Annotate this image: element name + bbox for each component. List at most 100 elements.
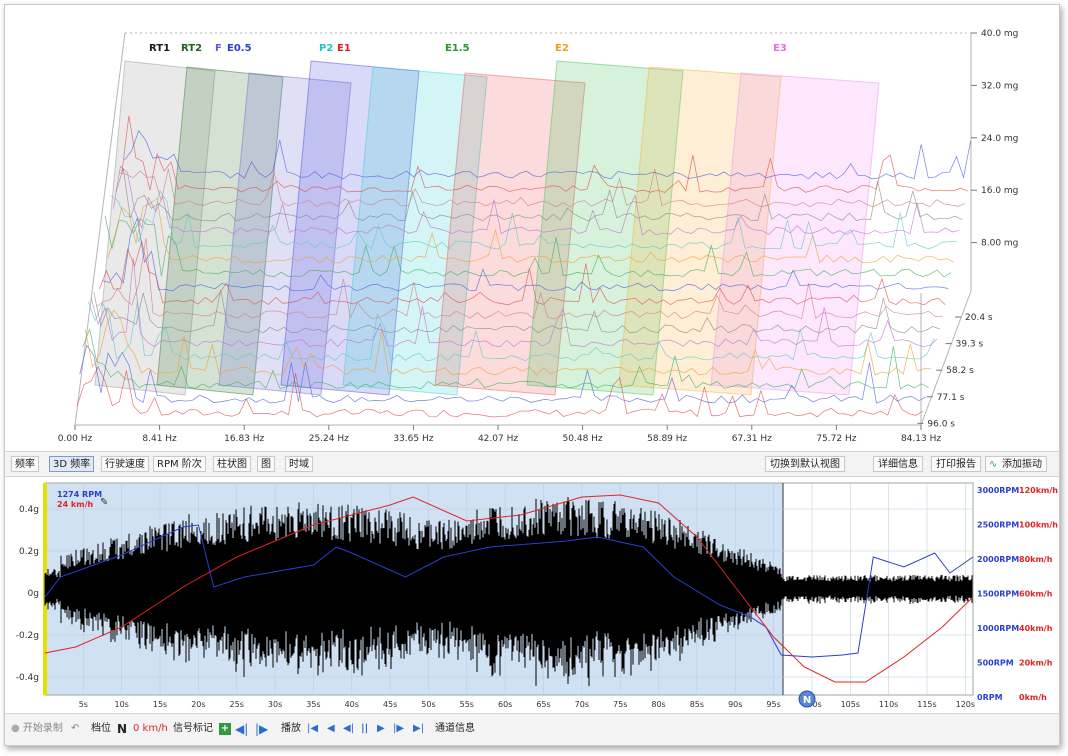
tab-vehicle-speed[interactable]: 行驶速度 [101,456,149,472]
z-tick-label: 8.00 mg [981,239,1018,249]
rpm-tick-label: 2000RPM [977,555,1019,564]
add-vibration-label: 添加振动 [1002,459,1042,470]
speed-tick-label: 0km/h [1019,693,1047,702]
add-mark-icon[interactable]: + [219,723,231,735]
x-tick-label: 42.07 Hz [478,434,518,444]
waveform-plot[interactable]: 0.4g 0.2g 0g -0.2g -0.4g 5s 10s 15s 20s 25s 30s 35… [5,477,1059,713]
rpm-tick-label: 2500RPM [977,521,1019,530]
spectrum-3d-plot[interactable]: RT1 RT2 F E0.5 P2 E1 E1.5 E2 E3 0.00 Hz 8.41 Hz 16… [5,5,1059,451]
speed-value: 0 km/h [133,723,168,734]
t-tick-label: 77.1 s [937,393,965,403]
acceleration-axis: 0.4g 0.2g 0g -0.2g -0.4g [16,505,39,683]
skip-end-icon[interactable]: ▶| [413,722,424,736]
x-tick-label: 33.65 Hz [393,434,433,444]
record-icon: ● [11,723,20,734]
y-tick-label: 0.4g [19,505,39,515]
skip-start-icon[interactable]: |◀ [307,722,318,736]
tab-chart[interactable]: 图 [257,456,275,472]
frequency-axis: 0.00 Hz 8.41 Hz 16.83 Hz 25.24 Hz 33.65 Hz 42… [58,425,941,444]
neutral-marker[interactable]: N [798,690,816,708]
order-label: E1 [337,43,351,54]
order-sheet [710,72,880,396]
speed-tick-label: 40km/h [1019,624,1053,633]
channel-info-label[interactable]: 通道信息 [435,722,475,736]
print-report-button[interactable]: 打印报告 [931,456,981,472]
t-tick-label: 20.4 s [965,313,993,323]
x-tick-label: 55s [460,700,474,709]
rpm-speed-axis: 3000RPM 120km/h 2500RPM 100km/h 2000RPM 80km/… [977,486,1058,702]
neutral-marker-label: N [803,695,811,706]
step-back-icon[interactable]: ◀ [327,722,335,736]
x-tick-label: 25s [230,700,244,709]
record-button[interactable]: ● 开始录制 [11,722,63,736]
tab-frequency[interactable]: 频率 [11,456,39,472]
x-tick-label: 70s [575,700,589,709]
pencil-icon[interactable]: ✎ [100,497,108,508]
x-tick-label: 40s [345,700,359,709]
amplitude-axis: 40.0 mg 32.0 mg 24.0 mg 16.0 mg 8.00 mg [971,29,1018,249]
x-tick-label: 110s [879,700,898,709]
order-label: RT2 [181,43,202,54]
undo-icon[interactable]: ↶ [71,722,79,736]
y-tick-label: 0g [28,589,39,599]
play-icon[interactable]: ▶ [377,722,385,736]
x-tick-label: 10s [115,700,129,709]
pause-icon[interactable]: || [361,722,368,736]
forward-icon[interactable]: |▶ [393,722,404,736]
x-tick-label: 80s [651,700,665,709]
t-tick-label: 96.0 s [927,419,955,429]
next-mark-icon[interactable]: |▶ [255,722,268,736]
tab-3d-frequency[interactable]: 3D 频率 [49,456,95,472]
rewind-icon[interactable]: ◀| [343,722,354,736]
tab-rpm-order[interactable]: RPM 阶次 [153,456,206,472]
order-label: E2 [555,43,569,54]
x-tick-label: 35s [306,700,320,709]
x-tick-label: 25.24 Hz [309,434,349,444]
tab-time-domain[interactable]: 时域 [285,456,313,472]
t-tick-label: 58.2 s [946,366,974,376]
x-tick-label: 65s [536,700,550,709]
x-tick-label: 115s [917,700,936,709]
z-tick-label: 40.0 mg [981,29,1018,39]
x-tick-label: 58.89 Hz [647,434,687,444]
x-tick-label: 90s [728,700,742,709]
add-vibration-button[interactable]: ∿ 添加振动 [985,456,1047,472]
x-tick-label: 120s [956,700,975,709]
order-label: P2 [319,43,333,54]
order-label: E3 [773,43,787,54]
time-axis-wave: 5s 10s 15s 20s 25s 30s 35s 40s 45s 50s 55s 60s 65s 70… [79,700,975,709]
z-tick-label: 16.0 mg [981,186,1018,196]
default-view-button[interactable]: 切换到默认视图 [765,456,845,472]
signal-mark-label: 信号标记 [173,723,213,734]
x-tick-label: 0.00 Hz [58,434,93,444]
x-tick-label: 8.41 Hz [142,434,177,444]
x-tick-label: 84.13 Hz [901,434,941,444]
rpm-tick-label: 0RPM [977,693,1003,702]
rpm-tick-label: 3000RPM [977,486,1019,495]
order-label: RT1 [149,43,170,54]
rpm-tick-label: 500RPM [977,659,1014,668]
details-button[interactable]: 详细信息 [873,456,923,472]
x-tick-label: 75s [613,700,627,709]
gear-value: N [117,722,128,736]
x-tick-label: 95s [766,700,780,709]
x-tick-label: 5s [79,700,88,709]
view-toolbar: 频率 3D 频率 行驶速度 RPM 阶次 柱状图 图 时域 切换到默认视图 详细… [5,451,1059,477]
order-labels: RT1 RT2 F E0.5 P2 E1 E1.5 E2 E3 [149,43,787,54]
gear-label: 档位 [91,723,111,734]
prev-mark-icon[interactable]: ◀| [235,722,248,736]
x-tick-label: 50.48 Hz [563,434,603,444]
tab-histogram[interactable]: 柱状图 [213,456,251,472]
x-tick-label: 16.83 Hz [224,434,264,444]
speed-tick-label: 100km/h [1019,521,1058,530]
x-tick-label: 30s [268,700,282,709]
y-tick-label: -0.4g [16,673,39,683]
x-tick-label: 105s [841,700,860,709]
x-tick-label: 85s [690,700,704,709]
z-tick-label: 24.0 mg [981,134,1018,144]
x-tick-label: 75.72 Hz [816,434,856,444]
time-axis: 20.4 s 39.3 s 58.2 s 77.1 s 96.0 s [917,313,993,429]
order-label: E1.5 [445,43,470,54]
speed-tick-label: 80km/h [1019,555,1053,564]
x-tick-label: 50s [421,700,435,709]
